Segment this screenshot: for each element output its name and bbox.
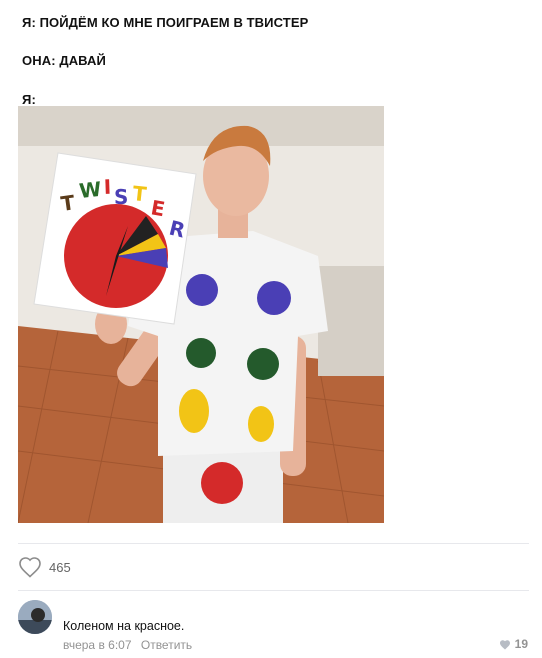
photo-illustration: T W I S T E R xyxy=(18,106,384,523)
likes-count: 465 xyxy=(49,559,71,575)
avatar[interactable] xyxy=(18,600,52,634)
heart-icon xyxy=(19,557,41,578)
meme-photo: T W I S T E R xyxy=(18,106,384,523)
reply-button[interactable]: Ответить xyxy=(141,638,192,652)
comment-text: Коленом на красное. xyxy=(63,619,185,633)
svg-text:T: T xyxy=(131,181,147,206)
comment-like-button[interactable]: 19 xyxy=(499,637,528,651)
comments-divider xyxy=(18,590,529,591)
svg-text:I: I xyxy=(103,175,111,199)
like-button[interactable]: 465 xyxy=(18,554,71,580)
heart-icon xyxy=(499,639,510,649)
svg-text:W: W xyxy=(78,177,102,203)
meme-line-2: ОНА: ДАВАЙ xyxy=(22,53,106,68)
avatar-image xyxy=(18,600,52,634)
comment-time[interactable]: вчера в 6:07 xyxy=(63,638,132,652)
post-divider xyxy=(18,543,529,544)
comment-likes-count: 19 xyxy=(514,637,528,651)
comment-meta: вчера в 6:07 Ответить xyxy=(63,638,192,652)
meme-line-3: Я: xyxy=(22,92,36,107)
meme-line-1: Я: ПОЙДЁМ КО МНЕ ПОИГРАЕМ В ТВИСТЕР xyxy=(22,15,309,30)
